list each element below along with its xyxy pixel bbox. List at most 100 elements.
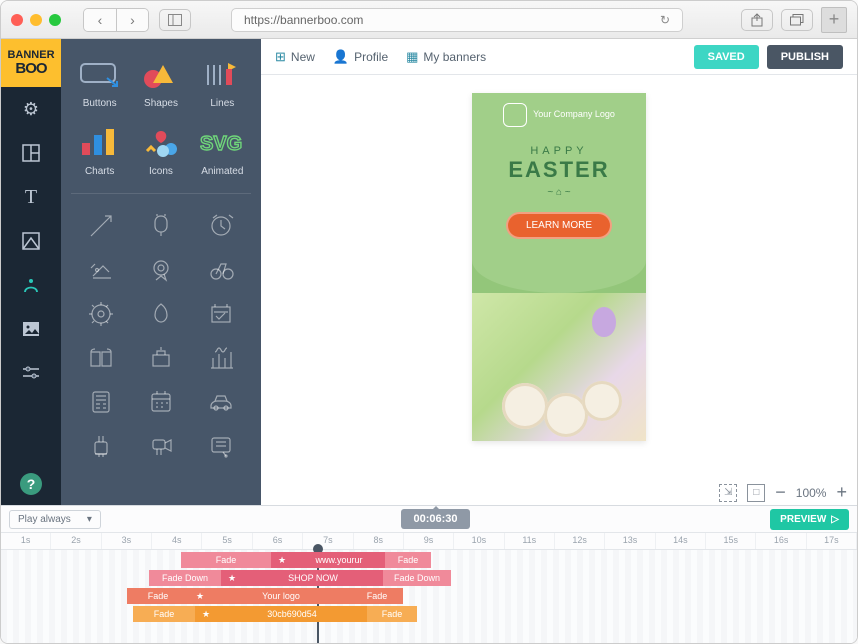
library-icon-14[interactable] (191, 380, 251, 424)
my-banners-button[interactable]: ▦My banners (406, 49, 486, 65)
library-icon-6[interactable] (71, 292, 131, 336)
back-button[interactable]: ‹ (84, 9, 116, 31)
mask-tool-icon[interactable] (1, 219, 61, 263)
tick: 4s (152, 533, 202, 549)
zoom-bar: ⇲ □ − 100% + (719, 482, 847, 503)
category-lines[interactable]: Lines (194, 51, 251, 115)
tracks-area[interactable]: Fade★www.yoururFadeFade Down★SHOP NOWFad… (1, 550, 857, 643)
new-tab-button[interactable]: + (821, 7, 847, 33)
library-icon-12[interactable] (71, 380, 131, 424)
maximize-window-button[interactable] (49, 14, 61, 26)
tick: 8s (354, 533, 404, 549)
help-button[interactable]: ? (20, 473, 42, 495)
library-icon-0[interactable] (71, 204, 131, 248)
banner-preview[interactable]: Your Company Logo HAPPY EASTER ~ ⌂ ~ LEA… (472, 93, 646, 441)
shapes-icon (138, 57, 184, 93)
tick: 16s (756, 533, 806, 549)
text-tool-icon[interactable]: T (1, 175, 61, 219)
app-logo: BANNERBOO (1, 39, 61, 87)
timeline-clip[interactable]: Fade★Your logoFade (127, 588, 403, 604)
timeline-clip[interactable]: Fade★30cb690d54Fade (133, 606, 417, 622)
charts-icon (77, 125, 123, 161)
play-icon: ▷ (831, 514, 839, 525)
clip-segment: www.yourur (293, 552, 385, 568)
tick: 13s (605, 533, 655, 549)
library-icon-2[interactable] (191, 204, 251, 248)
clip-segment: Your logo (211, 588, 351, 604)
title-bar: ‹ › https://bannerboo.com ↻ + (1, 1, 857, 39)
plus-icon: ⊞ (275, 49, 286, 65)
buttons-icon (77, 57, 123, 93)
category-charts[interactable]: Charts (71, 119, 128, 183)
library-icon-8[interactable] (191, 292, 251, 336)
bunny-icon (503, 103, 527, 127)
category-animated[interactable]: SVGAnimated (194, 119, 251, 183)
clip-segment: SHOP NOW (243, 570, 383, 586)
library-icon-15[interactable] (71, 424, 131, 468)
timeline-clip[interactable]: Fade Down★SHOP NOWFade Down (149, 570, 451, 586)
vertical-toolbar: BANNERBOO ⚙ T ? (1, 39, 61, 505)
clip-star-icon: ★ (189, 588, 211, 604)
time-ruler[interactable]: 1s2s3s4s5s6s7s8s9s10s11s12s13s14s15s16s1… (1, 532, 857, 550)
tick: 2s (51, 533, 101, 549)
category-buttons[interactable]: Buttons (71, 51, 128, 115)
library-icon-16[interactable] (131, 424, 191, 468)
clip-star-icon: ★ (271, 552, 293, 568)
library-icon-3[interactable] (71, 248, 131, 292)
play-mode-select[interactable]: Play always▾ (9, 510, 101, 529)
clip-segment: Fade (385, 552, 431, 568)
tick: 3s (102, 533, 152, 549)
settings-tool-icon[interactable]: ⚙ (1, 87, 61, 131)
banner-photo (472, 293, 646, 441)
sliders-tool-icon[interactable] (1, 351, 61, 395)
canvas-area[interactable]: Your Company Logo HAPPY EASTER ~ ⌂ ~ LEA… (261, 75, 857, 505)
library-icon-7[interactable] (131, 292, 191, 336)
elements-panel: ButtonsShapesLines ChartsIconsSVGAnimated (61, 39, 261, 505)
library-icon-10[interactable] (131, 336, 191, 380)
banner-cta-button[interactable]: LEARN MORE (506, 212, 612, 239)
banner-happy-text: HAPPY (530, 145, 587, 157)
timeline-clip[interactable]: Fade★www.yoururFade (181, 552, 431, 568)
category-shapes[interactable]: Shapes (132, 51, 189, 115)
library-icon-4[interactable] (131, 248, 191, 292)
shapes-tool-icon[interactable] (1, 263, 61, 307)
reload-icon[interactable]: ↻ (660, 13, 670, 27)
library-icon-1[interactable] (131, 204, 191, 248)
sidebar-toggle-button[interactable] (159, 9, 191, 31)
library-icon-13[interactable] (131, 380, 191, 424)
library-icon-11[interactable] (191, 336, 251, 380)
banner-easter-text: EASTER (508, 157, 609, 183)
fit-screen-icon[interactable]: ⇲ (719, 484, 737, 502)
clip-segment: Fade Down (383, 570, 451, 586)
forward-button[interactable]: › (116, 9, 148, 31)
zoom-in-button[interactable]: + (836, 482, 847, 503)
fullscreen-icon[interactable]: □ (747, 484, 765, 502)
current-time-badge: 00:06:30 (401, 509, 469, 529)
library-icon-17[interactable] (191, 424, 251, 468)
animated-icon: SVG (199, 125, 245, 161)
clip-segment: Fade (351, 588, 403, 604)
minimize-window-button[interactable] (30, 14, 42, 26)
image-tool-icon[interactable] (1, 307, 61, 351)
new-button[interactable]: ⊞New (275, 49, 315, 65)
tick: 10s (454, 533, 504, 549)
basket-icon: ~ ⌂ ~ (547, 187, 570, 198)
library-icon-9[interactable] (71, 336, 131, 380)
tick: 17s (807, 533, 857, 549)
tick: 14s (656, 533, 706, 549)
address-bar[interactable]: https://bannerboo.com ↻ (231, 8, 683, 32)
profile-button[interactable]: 👤Profile (333, 49, 388, 65)
library-icon-5[interactable] (191, 248, 251, 292)
zoom-out-button[interactable]: − (775, 482, 786, 503)
close-window-button[interactable] (11, 14, 23, 26)
tabs-button[interactable] (781, 9, 813, 31)
share-button[interactable] (741, 9, 773, 31)
publish-button[interactable]: PUBLISH (767, 45, 843, 69)
category-icons[interactable]: Icons (132, 119, 189, 183)
app-top-bar: ⊞New 👤Profile ▦My banners SAVED PUBLISH (261, 39, 857, 75)
preview-button[interactable]: PREVIEW▷ (770, 509, 849, 530)
saved-button[interactable]: SAVED (694, 45, 759, 69)
layout-tool-icon[interactable] (1, 131, 61, 175)
timeline-panel: Play always▾ 00:06:30 PREVIEW▷ 1s2s3s4s5… (1, 505, 857, 643)
clip-star-icon: ★ (195, 606, 217, 622)
